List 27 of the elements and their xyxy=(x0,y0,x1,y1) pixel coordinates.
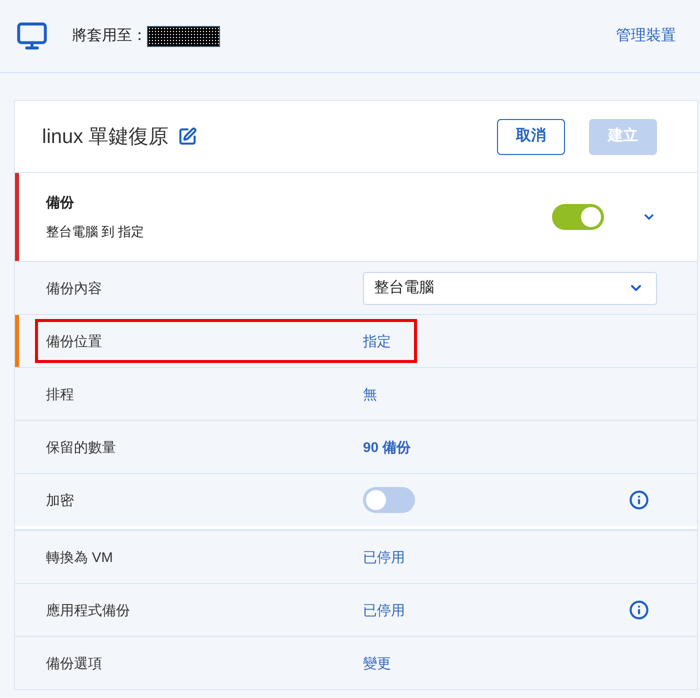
plan-title: linux 單鍵復原 xyxy=(42,124,169,150)
row-label: 備份內容 xyxy=(46,278,103,298)
toggle-switch[interactable] xyxy=(552,204,604,230)
row-label: 保留的數量 xyxy=(46,438,117,456)
edit-icon[interactable] xyxy=(178,127,197,146)
row-label: 備份選項 xyxy=(46,654,103,672)
toggle-switch[interactable] xyxy=(363,487,415,513)
row-label: 排程 xyxy=(46,384,75,404)
backup-content-select[interactable]: 整台電腦 xyxy=(363,272,657,304)
value-link[interactable]: 指定 xyxy=(363,330,391,352)
row-label: 備份位置 xyxy=(46,332,103,350)
info-icon[interactable] xyxy=(629,490,649,510)
row-label: 轉換為 VM xyxy=(46,548,114,566)
apply-to-label: 將套用至： xyxy=(72,26,147,46)
value-link[interactable]: 已停用 xyxy=(363,600,405,620)
cancel-button[interactable]: 取消 xyxy=(497,118,565,154)
info-icon[interactable] xyxy=(629,600,649,620)
monitor-icon xyxy=(16,20,48,52)
row-label: 加密 xyxy=(46,490,75,510)
section-summary: 整台電腦 到 指定 xyxy=(46,223,144,242)
section-title: 備份 xyxy=(46,193,75,212)
manage-devices-link[interactable]: 管理裝置 xyxy=(616,24,676,48)
value-link[interactable]: 無 xyxy=(363,384,377,404)
row-label: 應用程式備份 xyxy=(46,600,131,620)
value-link[interactable]: 變更 xyxy=(363,652,391,674)
value-link[interactable]: 已停用 xyxy=(363,546,405,568)
value-link[interactable]: 90 備份 xyxy=(363,436,410,458)
